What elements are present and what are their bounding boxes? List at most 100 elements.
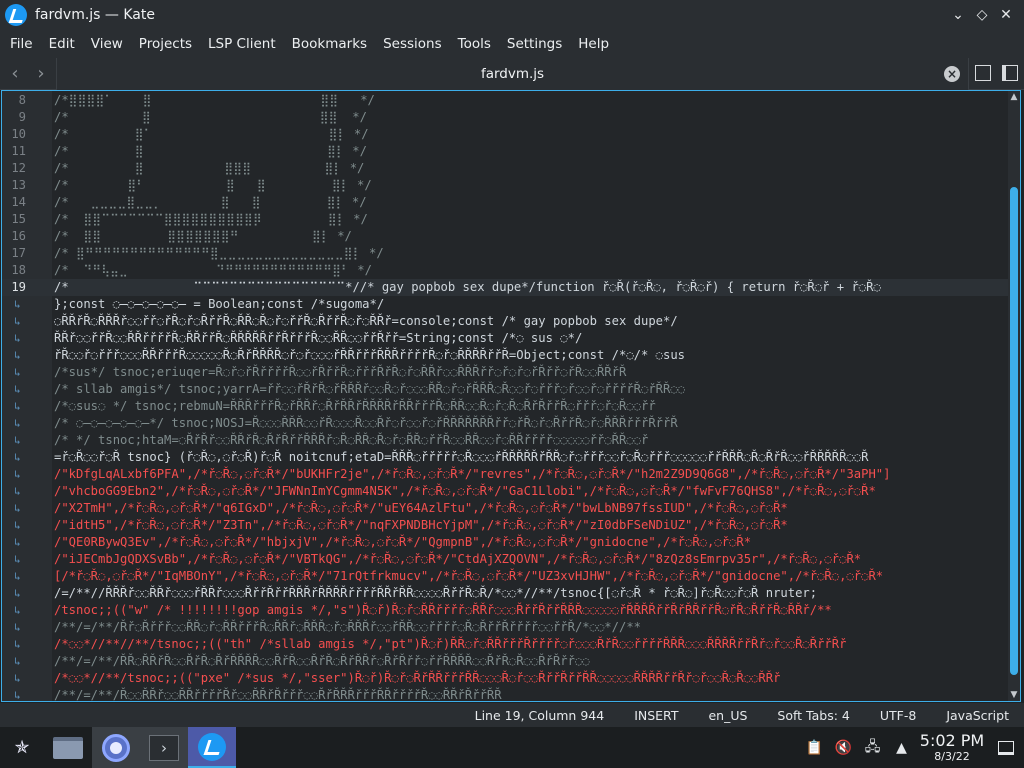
menu-bar: File Edit View Projects LSP Client Bookm… (0, 30, 1024, 58)
volume-muted-icon[interactable]: 🔇 (829, 727, 858, 768)
maximize-diamond-icon[interactable]: ◇ (970, 4, 994, 26)
tray-expand-arrow-icon[interactable]: ▲ (887, 727, 916, 768)
code-line[interactable]: 19 /* ⠉⠉⠉⠉⠉⠉⠉⠉⠉⠉⠉⠉⠉⠉⠉⠉⠉*//* gay popbob se… (2, 279, 1008, 296)
menu-sessions[interactable]: Sessions (375, 30, 450, 58)
wrap-indicator-icon: ↳ (14, 400, 21, 413)
taskbar-terminal[interactable]: › (140, 727, 188, 768)
code-line[interactable]: ↳ =ř◌Ř◌◌ř◌Ř tsnoc} (ř◌Ř◌,◌ř◌Ř)ř◌Ř noitcnu… (2, 449, 1008, 466)
indentation[interactable]: Soft Tabs: 4 (762, 708, 864, 723)
code-text: /* ⣿⠁ ⣿⡇ */ (54, 127, 369, 141)
code-line[interactable]: 17 /* ⣿⠛⠛⠛⠛⠛⠛⠛⠛⠛⠛⠛⠛⠛⠛⣿⣀⣀⣀⣀⣀⣀⣀⣀⣀⣀⣀⣀⣀⣀⣿⡇ */ (2, 245, 1008, 262)
minimize-chevron-icon[interactable]: ⌄ (946, 4, 970, 26)
forward-arrow-icon[interactable]: › (30, 63, 52, 85)
code-text: /"QE0RBywQ3Ev",/*ř◌Ř◌,◌ř◌Ř*/"hbjxjV",/*ř… (54, 535, 752, 549)
code-line[interactable]: ↳ [/*ř◌Ř◌,◌ř◌Ř*/"IqMBOnY",/*ř◌Ř◌,◌ř◌Ř*/"7… (2, 568, 1008, 585)
wrap-indicator-icon: ↳ (14, 672, 21, 685)
clipboard-icon[interactable]: 📋 (800, 727, 829, 768)
code-line[interactable]: 11 /* ⣿ ⣿⡇ */ (2, 143, 1008, 160)
cursor-position[interactable]: Line 19, Column 944 (460, 708, 620, 723)
code-line[interactable]: ↳ /"iJECmbJgQDXSvBb",/*ř◌Ř◌,◌ř◌Ř*/"VBTkQG… (2, 551, 1008, 568)
code-line[interactable]: ↳ /"kDfgLqALxbf6PFA",/*ř◌Ř◌,◌ř◌Ř*/"bUKHFr… (2, 466, 1008, 483)
code-text: /**/=/**/Řř◌Řřřř◌◌ŘŘ◌ř◌ŘŘřřřŘ◌ŘŘř◌ŘŘŘ◌ř◌… (54, 620, 641, 634)
code-line[interactable]: 15 /* ⣿⣿⠉⠉⠉⠉⠉⠉⠉⣿⣿⣿⣿⣿⣿⣿⣿⣿⣿⡿ ⣿⡇ */ (2, 211, 1008, 228)
code-line[interactable]: 12 /* ⣿ ⣿⣿⣿ ⣿⡇ */ (2, 160, 1008, 177)
scroll-down-arrow-icon[interactable]: ▼ (1008, 690, 1020, 700)
code-line[interactable]: ↳};const ◌̶◌̶◌̶◌̶◌̶ = Boolean;const /*su… (2, 296, 1008, 313)
code-line[interactable]: ↳ /tsnoc;;(("w" /* !!!!!!!!gop amgis */,"… (2, 602, 1008, 619)
code-line[interactable]: 10 /* ⣿⠁ ⣿⡇ */ (2, 126, 1008, 143)
scroll-up-arrow-icon[interactable]: ▲ (1008, 92, 1020, 102)
line-number: 18 (11, 263, 26, 277)
browser-icon (102, 733, 130, 762)
code-line[interactable]: 9 /* ⣿ ⣿⣿ */ (2, 109, 1008, 126)
menu-tools[interactable]: Tools (450, 30, 499, 58)
taskbar-browser[interactable] (92, 727, 140, 768)
wrap-indicator-icon: ↳ (14, 434, 21, 447)
code-line[interactable]: 13 /* ⣿⠃ ⣿ ⣿ ⣿⡇ */ (2, 177, 1008, 194)
menu-edit[interactable]: Edit (41, 30, 83, 58)
desktop-icon (998, 740, 1014, 755)
app-launcher-icon[interactable]: ✯ (0, 727, 44, 768)
code-line[interactable]: 8 /*⣿⣿⣿⣿⠁ ⣿ ⣿⣿ */ (2, 92, 1008, 109)
clock[interactable]: 5:02 PM 8/3/22 (916, 732, 988, 764)
menu-projects[interactable]: Projects (131, 30, 200, 58)
wrap-indicator-icon: ↳ (14, 332, 21, 345)
code-line[interactable]: 14 /* ⣀⣀⣀⣀⣿⣀⣀⡀ ⣿ ⣿ ⣿⡇ */ (2, 194, 1008, 211)
code-line[interactable]: ↳ /* ◌̶◌̶◌̶◌̶◌̶*/ tsnoc;NOSJ=Ř◌◌◌ŘŘŘ◌◌řŘ◌… (2, 415, 1008, 432)
taskbar-file-manager[interactable] (44, 727, 92, 768)
close-tab-icon[interactable]: × (944, 66, 960, 82)
encoding[interactable]: UTF-8 (865, 708, 931, 723)
line-number: 17 (11, 246, 26, 260)
split-view-icon[interactable] (1002, 65, 1018, 81)
code-line[interactable]: ↳ ◌ŘŘřŘ◌ŘŘŘř◌◌řř◌řŘ◌ř◌ŘřřŘ◌ŘŘ◌Ř◌ř◌řřŘ◌Řřř… (2, 313, 1008, 330)
code-line[interactable]: ↳ /=/**//ŘŘŘř◌◌ŘŘř◌◌◌řŘŘř◌◌◌ŘřřŘřřŘŘŘřŘŘŘ… (2, 585, 1008, 602)
code-line[interactable]: ↳ /*◌◌*//**/tsnoc;;(("pxe" /*sus */,"sser… (2, 670, 1008, 687)
line-number: 15 (11, 212, 26, 226)
show-desktop-button[interactable] (988, 740, 1024, 755)
new-tab-icon[interactable] (975, 65, 991, 81)
code-line[interactable]: ↳ řŘ◌◌ř◌řřř◌◌◌ŘŘřřřŘ◌◌◌◌◌Ř◌ŘřŘŘŘŘ◌ř◌ř◌◌◌ř… (2, 347, 1008, 364)
input-mode[interactable]: INSERT (619, 708, 693, 723)
code-line[interactable]: ↳ /*◌sus◌ */ tsnoc;rebmuN=ŘŘŘřřřŘ◌řŘŘř◌Řř… (2, 398, 1008, 415)
code-text: řŘ◌◌ř◌řřř◌◌◌ŘŘřřřŘ◌◌◌◌◌Ř◌ŘřŘŘŘŘ◌ř◌ř◌◌◌řŘ… (54, 348, 686, 362)
code-line[interactable]: ↳ /* */ tsnoc;htaM=◌ŘřŘř◌◌ŘŘřŘ◌ŘřŘřřŘŘŘř◌… (2, 432, 1008, 449)
syntax-mode[interactable]: JavaScript (931, 708, 1024, 723)
menu-help[interactable]: Help (570, 30, 617, 58)
vertical-scrollbar[interactable]: ▲ ▼ (1008, 91, 1020, 701)
code-text: /* ⣿⣿⠉⠉⠉⠉⠉⠉⠉⣿⣿⣿⣿⣿⣿⣿⣿⣿⣿⡿ ⣿⡇ */ (54, 212, 368, 226)
code-line[interactable]: ↳ /"QE0RBywQ3Ev",/*ř◌Ř◌,◌ř◌Ř*/"hbjxjV",/*… (2, 534, 1008, 551)
back-arrow-icon[interactable]: ‹ (4, 63, 26, 85)
dictionary[interactable]: en_US (693, 708, 762, 723)
menu-view[interactable]: View (83, 30, 131, 58)
code-line[interactable]: 16 /* ⣿⣿ ⣿⣿⣿⣿⣿⣿⣿⠛ ⣿⡇ */ (2, 228, 1008, 245)
menu-bookmarks[interactable]: Bookmarks (284, 30, 375, 58)
code-line[interactable]: ↳ /**/=/**/Řř◌Řřřř◌◌ŘŘ◌ř◌ŘŘřřřŘ◌ŘŘř◌ŘŘŘ◌ř… (2, 619, 1008, 636)
code-text: /*sus*/ tsnoc;eriuqer=Ř◌ř◌řŘřřřřŘ◌◌řŘřřŘ… (54, 365, 627, 379)
code-line[interactable]: ↳ /* sllab amgis*/ tsnoc;yarrA=řř◌◌řŘřŘ◌ř… (2, 381, 1008, 398)
wrap-indicator-icon: ↳ (14, 689, 21, 702)
code-text: /"idtH5",/*ř◌Ř◌,◌ř◌Ř*/"Z3Tn",/*ř◌Ř◌,◌ř◌Ř… (54, 518, 788, 532)
menu-lsp-client[interactable]: LSP Client (200, 30, 284, 58)
code-line[interactable]: ↳ ŘŘř◌◌řřŘ◌◌ŘŘřřřřŘ◌ŘŘřřŘ◌ŘŘŘŘŘřřŘřřřŘ◌◌Ř… (2, 330, 1008, 347)
taskbar: ✯ › 📋 🔇 🖧 ▲ 5:02 PM 8/3/22 (0, 727, 1024, 768)
code-line[interactable]: ↳ /*sus*/ tsnoc;eriuqer=Ř◌ř◌řŘřřřřŘ◌◌řŘřř… (2, 364, 1008, 381)
code-line[interactable]: 18 /* ⠙⠛⢧⣤⣀ ⠙⠛⠛⠛⠛⠛⠛⠛⠛⠛⠛⠛⠛⣿⠃ */ (2, 262, 1008, 279)
code-text: /* ⣿ ⣿⣿⣿ ⣿⡇ */ (54, 161, 365, 175)
code-text: /* */ tsnoc;htaM=◌ŘřŘř◌◌ŘŘřŘ◌ŘřŘřřŘŘŘř◌Ř… (54, 433, 649, 447)
close-window-icon[interactable]: ✕ (994, 4, 1018, 26)
code-line[interactable]: ↳ /"idtH5",/*ř◌Ř◌,◌ř◌Ř*/"Z3Tn",/*ř◌Ř◌,◌ř◌… (2, 517, 1008, 534)
code-line[interactable]: ↳ /"vhcboGG9Ebn2",/*ř◌Ř◌,◌ř◌Ř*/"JFWNnImYC… (2, 483, 1008, 500)
scrollbar-thumb[interactable] (1010, 187, 1018, 675)
code-editor[interactable]: 8 /*⣿⣿⣿⣿⠁ ⣿ ⣿⣿ */ 9 /* ⣿ ⣿⣿ */ 10 /* ⣿⠁ ⣿⡇ */… (1, 90, 1021, 702)
network-icon[interactable]: 🖧 (858, 727, 887, 768)
code-line[interactable]: ↳ /**/=/**/ŘŘ◌ŘŘřŘ◌◌ŘřŘ◌ŘřŘŘŘŘ◌◌ŘřŘ◌◌ŘřŘ◌… (2, 653, 1008, 670)
code-line[interactable]: ↳ /**/=/**/Ř◌◌ŘŘř◌◌ŘŘřřřřŘř◌◌ŘŘřŘřřř◌◌ŘřŘ… (2, 687, 1008, 702)
code-line[interactable]: ↳ /*◌◌*//**//**/tsnoc;;(("th" /*sllab amg… (2, 636, 1008, 653)
wrap-indicator-icon: ↳ (14, 502, 21, 515)
tab-fardvm-js[interactable]: fardvm.js × (56, 58, 969, 90)
code-line[interactable]: ↳ /"X2TmH",/*ř◌Ř◌,◌ř◌Ř*/"q6IGxD",/*ř◌Ř◌,◌… (2, 500, 1008, 517)
taskbar-kate[interactable] (188, 727, 236, 768)
menu-settings[interactable]: Settings (499, 30, 570, 58)
menu-file[interactable]: File (2, 30, 41, 58)
code-text: /* ◌̶◌̶◌̶◌̶◌̶*/ tsnoc;NOSJ=Ř◌◌◌ŘŘŘ◌◌řŘ◌◌… (54, 416, 678, 430)
